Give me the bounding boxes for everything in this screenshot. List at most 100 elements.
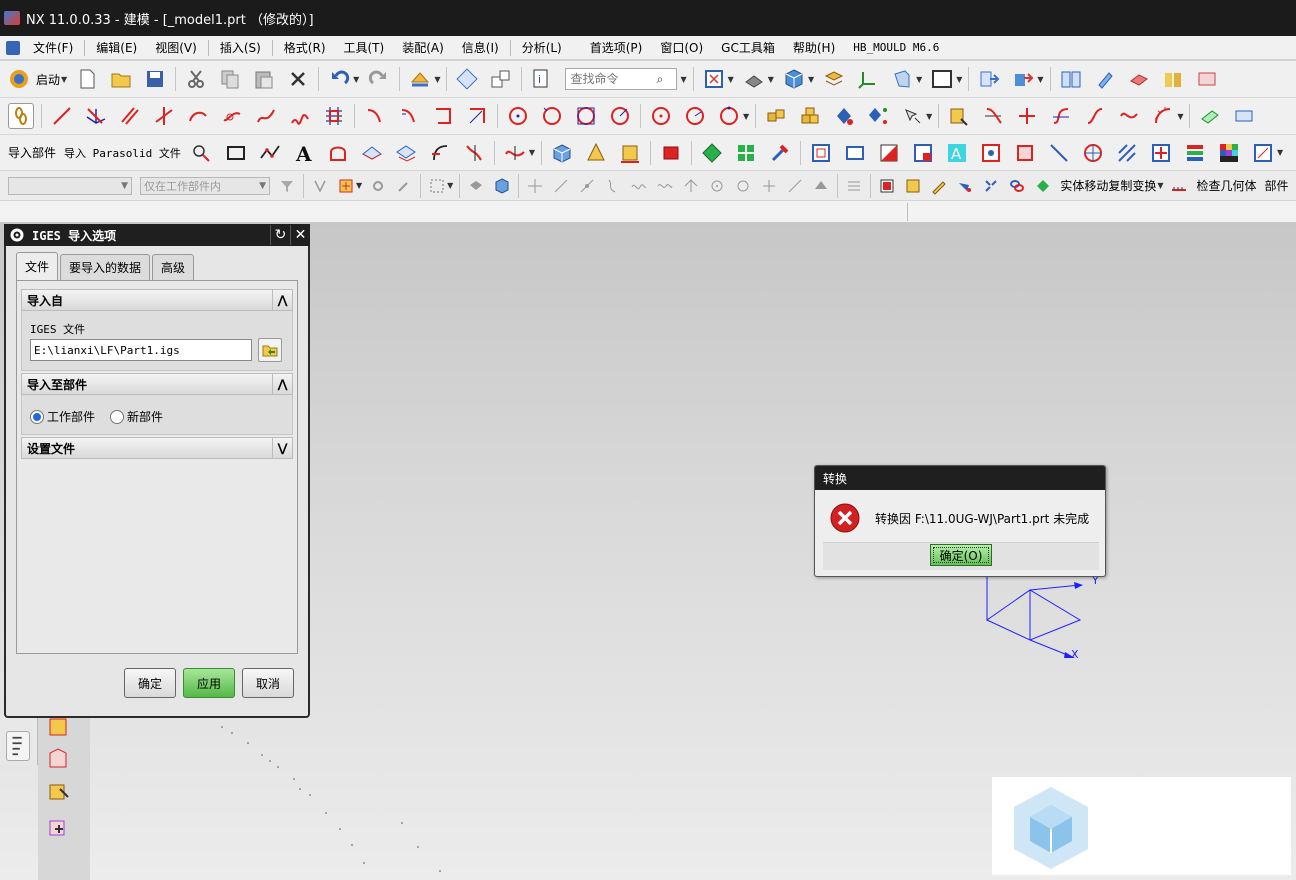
shaded-cube-icon[interactable]	[781, 66, 807, 92]
swept-icon[interactable]	[427, 140, 453, 166]
part-button[interactable]: 部件	[1265, 177, 1289, 194]
brush-icon[interactable]	[956, 177, 974, 195]
helix-icon[interactable]	[287, 103, 313, 129]
pen-tool-icon[interactable]	[1092, 66, 1118, 92]
cyan-text-icon[interactable]: A	[944, 140, 970, 166]
delete-icon[interactable]	[285, 66, 311, 92]
red-solid-icon[interactable]	[658, 140, 684, 166]
block-icon[interactable]	[549, 140, 575, 166]
tab-advanced[interactable]: 高级	[152, 254, 195, 280]
curve-network-icon[interactable]	[461, 140, 487, 166]
target-circle-icon[interactable]	[1080, 140, 1106, 166]
surface-patch-icon[interactable]	[359, 140, 385, 166]
touch-mode-icon[interactable]	[454, 66, 480, 92]
feature-delete-icon[interactable]	[46, 815, 72, 841]
repeat-dropdown-icon[interactable]: ▼	[434, 75, 440, 84]
green-diamond-icon[interactable]	[699, 140, 725, 166]
layer-stack-icon[interactable]	[1182, 140, 1208, 166]
snap-spline-icon[interactable]	[630, 177, 648, 195]
link-chain-icon[interactable]	[8, 103, 34, 129]
menu-edit[interactable]: 编辑(E)	[87, 39, 146, 56]
redo-icon[interactable]	[366, 66, 392, 92]
sine-dropdown-icon[interactable]: ▼	[529, 148, 535, 157]
circle-radius-icon[interactable]	[682, 103, 708, 129]
ok-button[interactable]: 确定	[124, 668, 176, 698]
text-a-icon[interactable]: A	[291, 140, 317, 166]
outline-shape-icon[interactable]	[325, 140, 351, 166]
rectangle-icon[interactable]	[223, 140, 249, 166]
browse-folder-icon[interactable]	[258, 338, 282, 362]
circle-three-point-icon[interactable]	[716, 103, 742, 129]
view-dropdown-icon[interactable]: ▼	[916, 75, 922, 84]
point-set-icon[interactable]	[831, 103, 857, 129]
background-icon[interactable]	[929, 66, 955, 92]
reset-icon[interactable]: ↻	[270, 225, 290, 245]
menu-preferences[interactable]: 首选项(P)	[581, 39, 652, 56]
sine-curve-icon[interactable]	[502, 140, 528, 166]
start-dropdown-icon[interactable]: ▼	[61, 75, 67, 84]
wcs-icon[interactable]	[855, 66, 881, 92]
command-search-box[interactable]: ⌕	[565, 68, 678, 90]
view-dropdown-icon-2[interactable]: ▼	[1277, 148, 1283, 157]
parallel-lines-icon[interactable]	[117, 103, 143, 129]
move-copy-icon[interactable]	[1034, 177, 1052, 195]
cut-icon[interactable]	[183, 66, 209, 92]
snap-box-icon[interactable]	[337, 177, 355, 195]
chain-links-icon[interactable]	[1008, 177, 1026, 195]
point-pattern-icon[interactable]	[865, 103, 891, 129]
fit-dropdown-icon[interactable]: ▼	[728, 75, 734, 84]
open-folder-icon[interactable]	[108, 66, 134, 92]
menu-file[interactable]: 文件(F)	[24, 39, 82, 56]
work-part-radio[interactable]: 工作部件	[30, 408, 95, 425]
move-copy-transform-button[interactable]: 实体移动复制变换	[1060, 177, 1156, 194]
import-from-group-header[interactable]: 导入自 ⋀	[21, 289, 293, 311]
gear-icon[interactable]	[8, 226, 26, 244]
menu-help[interactable]: 帮助(H)	[784, 39, 844, 56]
curve-dropdown-icon[interactable]: ▼	[1177, 112, 1183, 121]
snap-oncurve-icon[interactable]	[786, 177, 804, 195]
curve-fillet-icon[interactable]	[396, 103, 422, 129]
check-geometry-button[interactable]: 检查几何体	[1196, 177, 1256, 194]
import-to-part-group-header[interactable]: 导入至部件 ⋀	[21, 373, 293, 395]
type-filter-select[interactable]: ▼	[8, 176, 132, 195]
undo-icon[interactable]	[326, 66, 352, 92]
new-part-radio[interactable]: 新部件	[110, 408, 163, 425]
corner-bracket-icon[interactable]	[430, 103, 456, 129]
menu-assemblies[interactable]: 装配(A)	[393, 39, 453, 56]
color-palette-icon[interactable]	[1216, 140, 1242, 166]
snap-gear-icon[interactable]	[369, 177, 387, 195]
fillet-icon[interactable]	[219, 103, 245, 129]
point-dropdown-icon[interactable]: ▼	[926, 112, 932, 121]
menu-analysis[interactable]: 分析(L)	[513, 39, 571, 56]
cancel-button[interactable]: 取消	[242, 668, 294, 698]
search-dropdown-icon[interactable]: ▼	[680, 75, 686, 84]
search-icon[interactable]: ⌕	[656, 72, 663, 87]
red-triangle-icon[interactable]	[876, 140, 902, 166]
measure-block-icon[interactable]	[617, 140, 643, 166]
settings-file-group-header[interactable]: 设置文件 ⋁	[21, 437, 293, 459]
trim-corner-icon[interactable]	[464, 103, 490, 129]
grid-plus-icon[interactable]	[1148, 140, 1174, 166]
background-dropdown-icon[interactable]: ▼	[956, 75, 962, 84]
save-icon[interactable]	[142, 66, 168, 92]
command-search-input[interactable]	[570, 72, 657, 86]
surface-edit-icon[interactable]	[1197, 103, 1223, 129]
snap-quadrant-icon[interactable]	[734, 177, 752, 195]
filter-reset-icon[interactable]	[278, 177, 296, 195]
render-style-icon[interactable]	[741, 66, 767, 92]
undo-dropdown-icon[interactable]: ▼	[353, 75, 359, 84]
divide-curve-icon[interactable]	[1014, 103, 1040, 129]
menu-gc-toolkit[interactable]: GC工具箱	[712, 39, 784, 56]
app-menu-icon[interactable]	[6, 40, 20, 55]
eraser-icon[interactable]	[1126, 66, 1152, 92]
stamp-icon[interactable]	[1194, 66, 1220, 92]
circle-center-icon[interactable]	[505, 103, 531, 129]
frame-square-icon[interactable]	[808, 140, 834, 166]
snap-control-icon[interactable]	[578, 177, 596, 195]
snap-endpoint-icon[interactable]	[526, 177, 544, 195]
menu-format[interactable]: 格式(R)	[275, 39, 335, 56]
circle-point-icon[interactable]	[648, 103, 674, 129]
import-parasolid-button[interactable]: 导入 Parasolid 文件	[64, 145, 181, 161]
information-icon[interactable]: i	[529, 66, 555, 92]
through-curves-icon[interactable]	[393, 140, 419, 166]
